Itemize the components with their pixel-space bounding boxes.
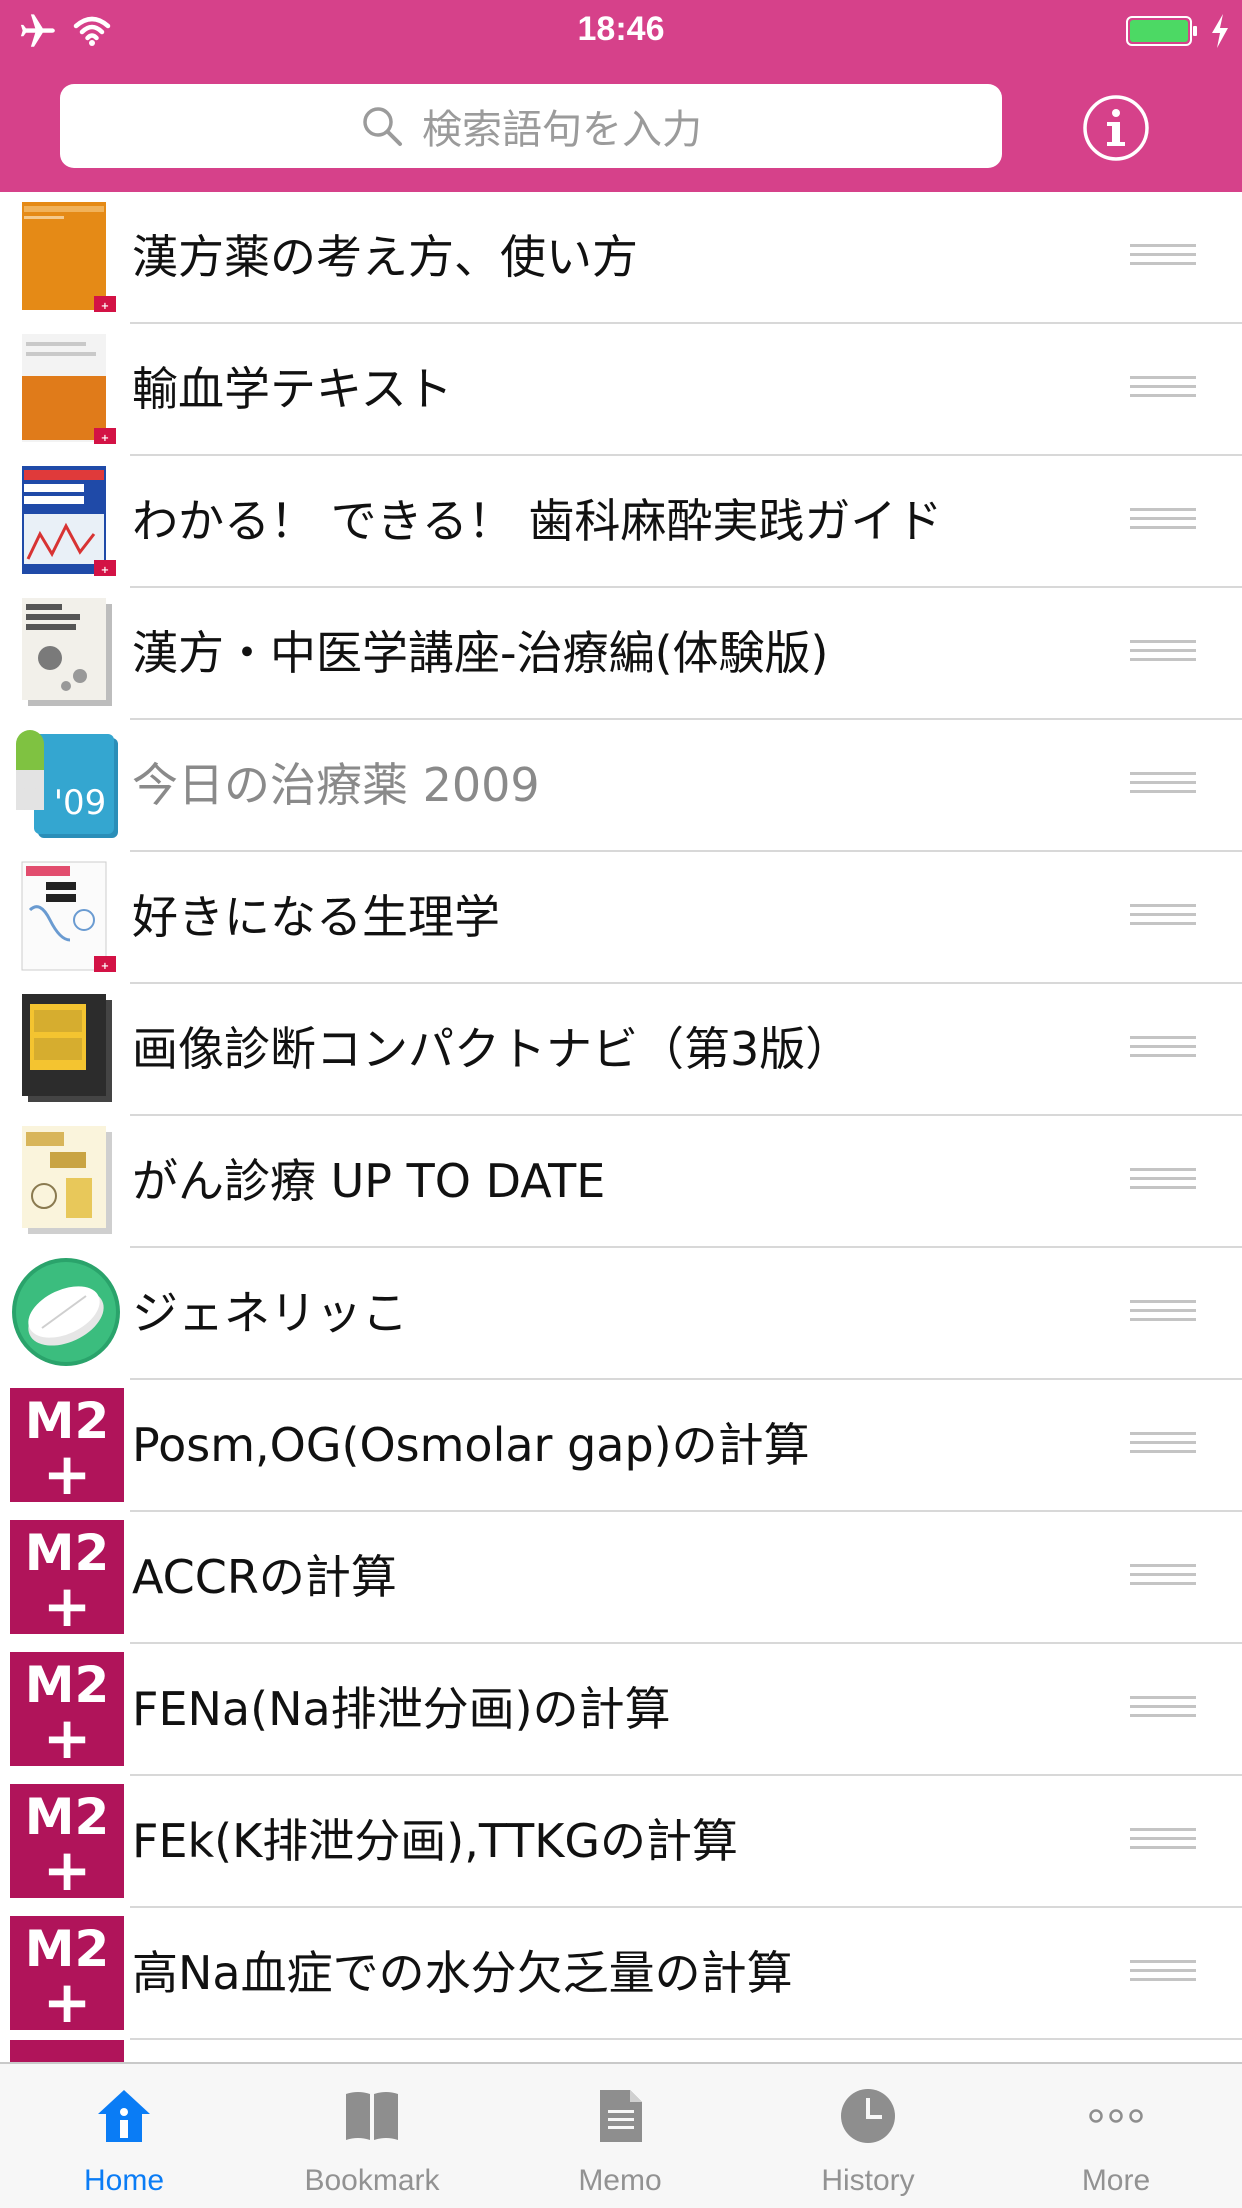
book-cover-icon <box>22 598 112 706</box>
search-input[interactable]: 検索語句を入力 <box>60 84 1002 168</box>
book-cover-09-icon: '09 <box>16 730 118 838</box>
pill-icon <box>12 1258 120 1366</box>
list-item-title: FEk(K排泄分画),TTKGの計算 <box>132 1814 739 1868</box>
list-item-title: わかる！ できる！ 歯科麻酔実践ガイド <box>132 494 943 548</box>
svg-text:+: + <box>43 1968 92 2030</box>
list-item-title: 好きになる生理学 <box>132 890 500 944</box>
home-icon <box>98 2090 150 2142</box>
reorder-handle-icon[interactable] <box>1130 1696 1196 1722</box>
reorder-handle-icon[interactable] <box>1130 1960 1196 1986</box>
svg-text:+: + <box>101 961 109 972</box>
tab-memo[interactable]: Memo <box>496 2064 744 2208</box>
search-icon <box>363 107 402 146</box>
book-cover-icon: + <box>21 861 116 972</box>
list-item-title: がん診療 UP TO DATE <box>132 1154 606 1208</box>
m2-plus-icon: M2 + <box>10 1520 124 1634</box>
svg-text:+: + <box>101 433 109 444</box>
tab-label: History <box>821 2164 915 2197</box>
list-item[interactable]: + 漢方薬の考え方、使い方 <box>0 192 1242 324</box>
list-item[interactable]: + わかる！ できる！ 歯科麻酔実践ガイド <box>0 456 1242 588</box>
search-placeholder: 検索語句を入力 <box>422 107 702 153</box>
reorder-handle-icon[interactable] <box>1130 1300 1196 1326</box>
battery-icon <box>1126 16 1197 46</box>
book-cover-icon: + <box>22 334 116 444</box>
tab-label: Memo <box>578 2164 662 2197</box>
m2-plus-icon: M2 + <box>10 1784 124 1898</box>
navigation-header: 18:46 検索語句を入力 <box>0 0 1242 192</box>
charging-icon <box>1212 14 1228 48</box>
list-item[interactable]: 漢方・中医学講座-治療編(体験版) <box>0 588 1242 720</box>
list-item-partial[interactable] <box>0 2040 1242 2062</box>
list-item[interactable]: '09 今日の治療薬 2009 <box>0 720 1242 852</box>
list-item[interactable]: M2 + ACCRの計算 <box>0 1512 1242 1644</box>
svg-text:+: + <box>43 1440 92 1502</box>
svg-text:+: + <box>101 301 109 312</box>
list-item-title: FENa(Na排泄分画)の計算 <box>132 1682 671 1736</box>
m2-plus-icon: M2 + <box>10 1916 124 2030</box>
memo-icon <box>600 2090 642 2142</box>
book-cover-icon: + <box>22 202 116 312</box>
reorder-handle-icon[interactable] <box>1130 1168 1196 1194</box>
svg-text:+: + <box>101 565 109 576</box>
list-item-title: 漢方薬の考え方、使い方 <box>132 230 638 284</box>
info-button[interactable] <box>1082 94 1150 162</box>
tab-home[interactable]: Home <box>0 2064 248 2208</box>
reorder-handle-icon[interactable] <box>1130 640 1196 666</box>
reorder-handle-icon[interactable] <box>1130 904 1196 930</box>
list-item-title: 輸血学テキスト <box>132 362 453 416</box>
reorder-handle-icon[interactable] <box>1130 772 1196 798</box>
tab-label: Home <box>83 2164 165 2197</box>
list-item[interactable]: M2 + FENa(Na排泄分画)の計算 <box>0 1644 1242 1776</box>
status-time: 18:46 <box>577 10 665 48</box>
list-item[interactable]: + 輸血学テキスト <box>0 324 1242 456</box>
tab-bar: Home Bookmark Memo History More <box>0 2062 1242 2208</box>
list-item[interactable]: ジェネリッこ <box>0 1248 1242 1380</box>
list-item-title: 今日の治療薬 2009 <box>132 758 540 812</box>
list-item-title: ジェネリッこ <box>132 1286 408 1340</box>
book-list[interactable]: + 漢方薬の考え方、使い方 + 輸血学テキスト + わかる！ できる！ 歯科麻酔… <box>0 192 1242 2062</box>
tab-label: More <box>1081 2164 1151 2197</box>
m2-plus-icon: M2 + <box>10 1388 124 1502</box>
svg-text:+: + <box>43 1572 92 1634</box>
list-item[interactable]: + 好きになる生理学 <box>0 852 1242 984</box>
book-icon <box>346 2092 398 2140</box>
reorder-handle-icon[interactable] <box>1130 1564 1196 1590</box>
reorder-handle-icon[interactable] <box>1130 1036 1196 1062</box>
reorder-handle-icon[interactable] <box>1130 244 1196 270</box>
m2-plus-icon <box>10 2040 124 2062</box>
tab-label: Bookmark <box>304 2164 440 2197</box>
list-item-title: 高Na血症での水分欠乏量の計算 <box>132 1946 793 2000</box>
m2-plus-icon: M2 + <box>10 1652 124 1766</box>
list-item[interactable]: M2 + Posm,OG(Osmolar gap)の計算 <box>0 1380 1242 1512</box>
cover-09-label: '09 <box>54 783 107 823</box>
list-item-title: 漢方・中医学講座-治療編(体験版) <box>132 626 829 680</box>
reorder-handle-icon[interactable] <box>1130 376 1196 402</box>
reorder-handle-icon[interactable] <box>1130 1432 1196 1458</box>
list-item[interactable]: M2 + FEk(K排泄分画),TTKGの計算 <box>0 1776 1242 1908</box>
tab-more[interactable]: More <box>992 2064 1240 2208</box>
list-item[interactable]: がん診療 UP TO DATE <box>0 1116 1242 1248</box>
list-item[interactable]: 画像診断コンパクトナビ（第3版） <box>0 984 1242 1116</box>
reorder-handle-icon[interactable] <box>1130 508 1196 534</box>
list-item-title: 画像診断コンパクトナビ（第3版） <box>132 1022 852 1076</box>
book-cover-icon: + <box>22 466 116 576</box>
svg-text:+: + <box>43 1704 92 1766</box>
book-cover-icon <box>22 1126 112 1234</box>
svg-text:+: + <box>43 1836 92 1898</box>
more-icon <box>1089 2109 1143 2123</box>
clock-icon <box>841 2089 895 2143</box>
list-item-title: Posm,OG(Osmolar gap)の計算 <box>132 1418 810 1472</box>
reorder-handle-icon[interactable] <box>1130 1828 1196 1854</box>
list-item[interactable]: M2 + 高Na血症での水分欠乏量の計算 <box>0 1908 1242 2040</box>
book-cover-icon <box>22 994 112 1102</box>
tab-history[interactable]: History <box>744 2064 992 2208</box>
status-bar: 18:46 <box>0 0 1242 62</box>
list-item-title: ACCRの計算 <box>132 1550 397 1604</box>
tab-bookmark[interactable]: Bookmark <box>248 2064 496 2208</box>
